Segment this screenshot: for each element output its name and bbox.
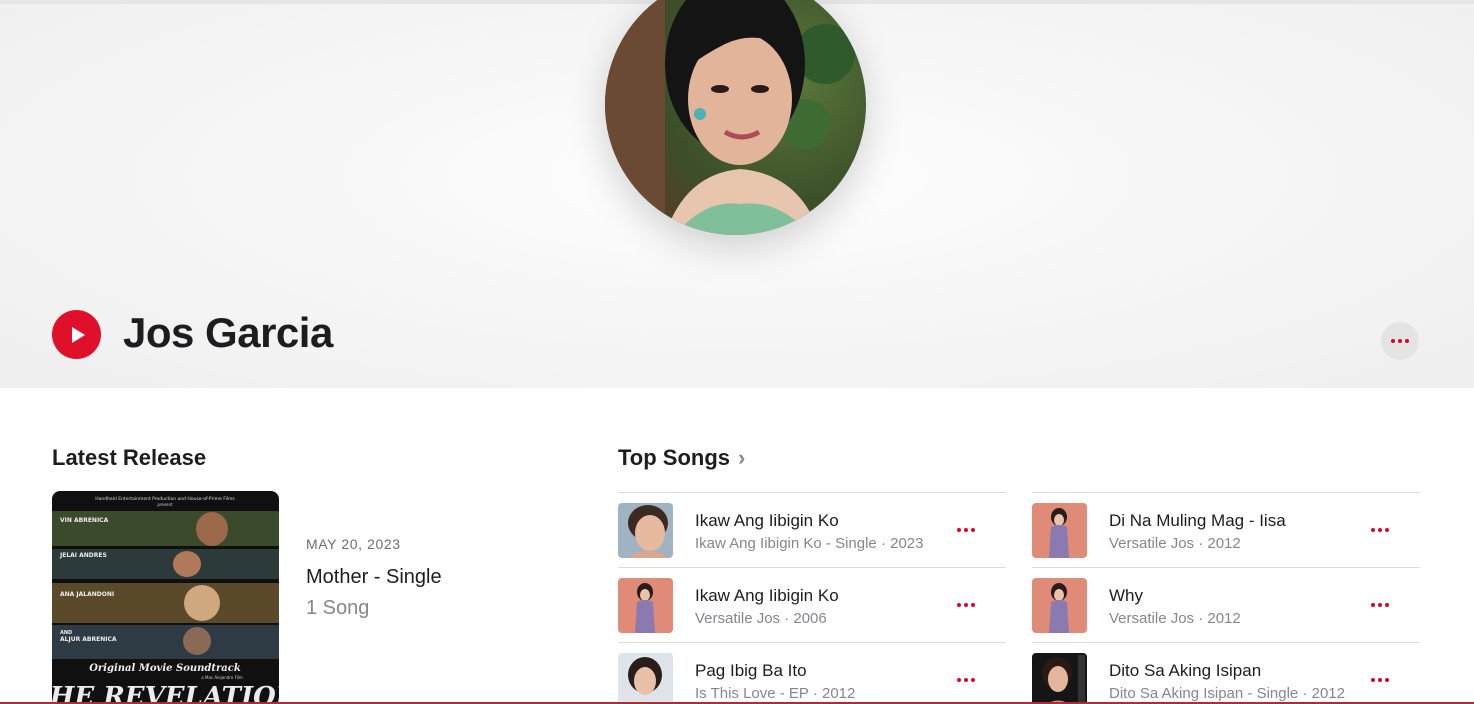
song-more-button[interactable] [953, 670, 979, 690]
play-button[interactable] [52, 310, 101, 359]
portrait-closeup-icon [618, 503, 673, 558]
release-song-count: 1 Song [306, 597, 370, 619]
song-row[interactable]: Pag Ibig Ba Ito Is This Love - EP · 2012 [618, 642, 1006, 704]
song-subtitle: Dito Sa Aking Isipan - Single · 2012 [1109, 685, 1345, 702]
song-title: Ikaw Ang Iibigin Ko [695, 511, 839, 530]
portrait-pink-icon [1032, 578, 1087, 633]
song-more-button[interactable] [1367, 520, 1393, 540]
top-songs-link[interactable]: Top Songs › [618, 444, 745, 472]
portrait-dark-icon [1032, 653, 1087, 704]
song-title: Why [1109, 586, 1143, 605]
song-artwork [1032, 578, 1087, 633]
artist-more-button[interactable] [1381, 322, 1419, 360]
portrait-pink-icon [618, 578, 673, 633]
song-row[interactable]: Dito Sa Aking Isipan Dito Sa Aking Isipa… [1032, 642, 1420, 704]
artist-name: Jos Garcia [123, 309, 333, 356]
art-cast-2: JELAI ANDRES [59, 552, 107, 559]
song-more-button[interactable] [1367, 595, 1393, 615]
play-icon [71, 326, 85, 343]
song-artwork [618, 578, 673, 633]
more-icon [957, 528, 975, 532]
art-soundtrack: Original Movie Soundtrack [89, 663, 241, 674]
top-songs-column-left: Ikaw Ang Iibigin Ko Ikaw Ang Iibigin Ko … [618, 492, 1006, 704]
latest-release-title: Latest Release [52, 445, 207, 470]
more-icon [957, 603, 975, 607]
release-artwork[interactable]: Handheld Entertainment Production and Ho… [52, 491, 279, 704]
portrait-pink-icon [1032, 503, 1087, 558]
art-cast-1: VIN ABRENICA [60, 517, 109, 524]
art-cast-3: ANA JALANDONI [60, 591, 114, 598]
song-artwork [618, 653, 673, 704]
top-songs-title: Top Songs [618, 445, 731, 470]
song-more-button[interactable] [1367, 670, 1393, 690]
artist-header: Jos Garcia [0, 0, 1474, 388]
song-row[interactable]: Ikaw Ang Iibigin Ko Ikaw Ang Iibigin Ko … [618, 492, 1006, 567]
art-cast-5: ALJUR ABRENICA [60, 636, 117, 643]
song-subtitle: Versatile Jos · 2006 [695, 610, 827, 627]
song-subtitle: Versatile Jos · 2012 [1109, 535, 1241, 552]
song-artwork [1032, 653, 1087, 704]
release-date: MAY 20, 2023 [306, 536, 401, 552]
artist-photo [605, 0, 866, 235]
more-icon [1371, 528, 1389, 532]
song-subtitle: Ikaw Ang Iibigin Ko - Single · 2023 [695, 535, 924, 552]
song-row[interactable]: Ikaw Ang Iibigin Ko Versatile Jos · 2006 [618, 567, 1006, 642]
more-icon [1391, 339, 1409, 343]
song-artwork [1032, 503, 1087, 558]
top-songs-column-right: Di Na Muling Mag - Iisa Versatile Jos · … [1032, 492, 1420, 704]
more-icon [1371, 678, 1389, 682]
song-artwork [618, 503, 673, 558]
song-more-button[interactable] [953, 520, 979, 540]
song-subtitle: Is This Love - EP · 2012 [695, 685, 856, 702]
more-icon [957, 678, 975, 682]
song-more-button[interactable] [953, 595, 979, 615]
song-title: Pag Ibig Ba Ito [695, 661, 807, 680]
artist-portrait-icon [605, 0, 866, 235]
artist-page: Jos Garcia Latest Release Handheld Enter… [0, 0, 1474, 704]
song-row[interactable]: Di Na Muling Mag - Iisa Versatile Jos · … [1032, 492, 1420, 567]
art-credit: a Mac Alejandre Film [201, 675, 243, 680]
song-title: Ikaw Ang Iibigin Ko [695, 586, 839, 605]
art-film-title: THE REVELATION [52, 682, 279, 704]
song-title: Dito Sa Aking Isipan [1109, 661, 1262, 680]
song-row[interactable]: Why Versatile Jos · 2012 [1032, 567, 1420, 642]
release-name-link[interactable]: Mother - Single [306, 566, 442, 589]
art-header-sub-text: present [157, 502, 173, 507]
portrait-light-icon [618, 653, 673, 704]
song-subtitle: Versatile Jos · 2012 [1109, 610, 1241, 627]
song-title: Di Na Muling Mag - Iisa [1109, 511, 1286, 530]
more-icon [1371, 603, 1389, 607]
album-cover-icon: Handheld Entertainment Production and Ho… [52, 491, 279, 704]
chevron-right-icon: › [738, 445, 746, 470]
